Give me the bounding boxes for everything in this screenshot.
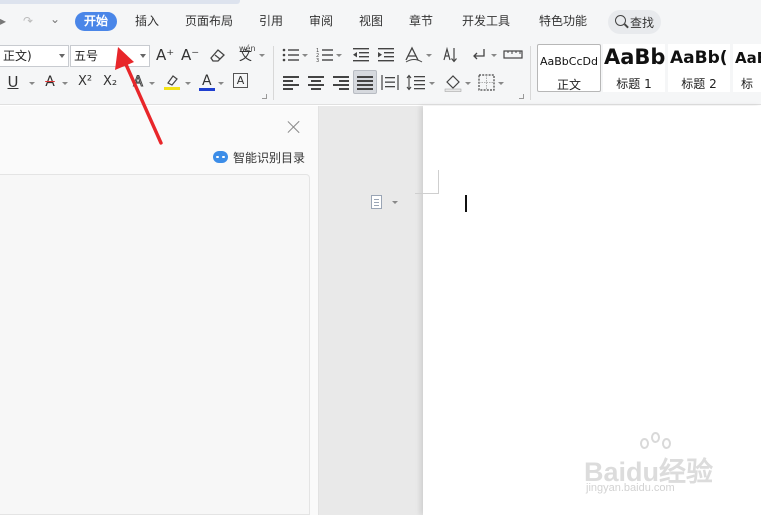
watermark-url: jingyan.baidu.com xyxy=(586,482,675,494)
baidu-jingyan-watermark: Baidu经验 jingyan.baidu.com xyxy=(584,432,724,500)
